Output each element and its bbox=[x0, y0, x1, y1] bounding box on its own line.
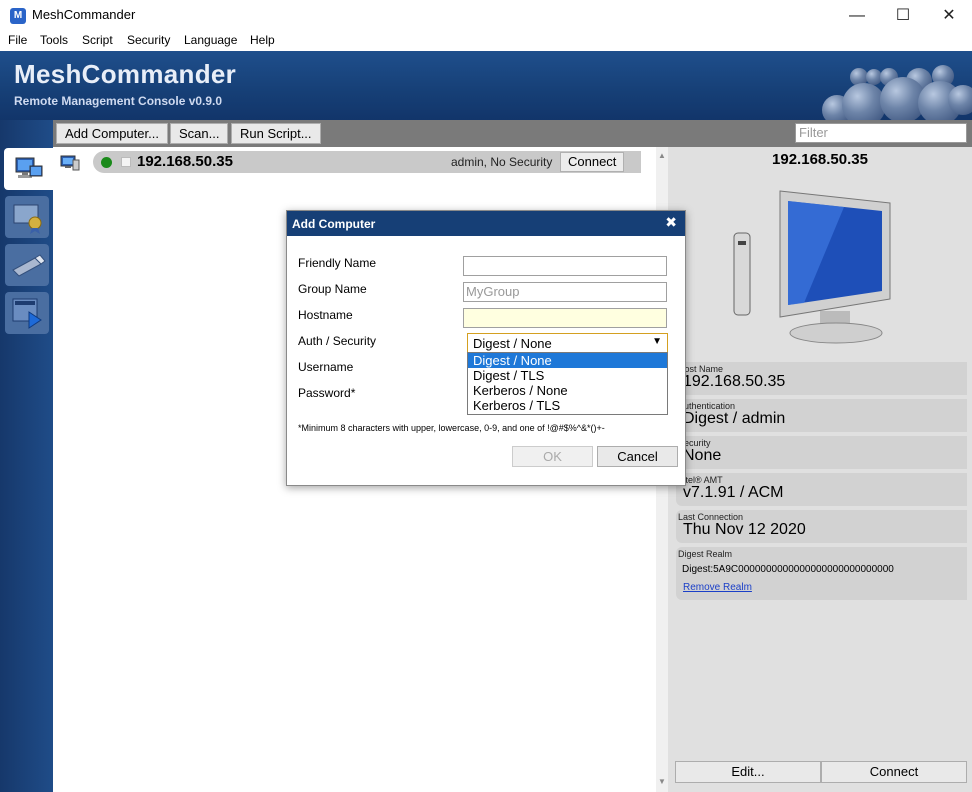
group-name-label: Group Name bbox=[298, 282, 367, 296]
banner-subtitle: Remote Management Console v0.9.0 bbox=[14, 94, 223, 108]
usb-drive-icon bbox=[12, 254, 46, 277]
window-titlebar: M MeshCommander — ☐ ✕ bbox=[0, 0, 972, 31]
minimize-button[interactable]: — bbox=[834, 0, 880, 31]
property-value: None bbox=[683, 447, 722, 464]
menu-file[interactable]: File bbox=[8, 33, 27, 47]
username-label: Username bbox=[298, 360, 354, 374]
property-last-connection: Last Connection Thu Nov 12 2020 bbox=[676, 510, 967, 543]
computer-illustration-icon bbox=[733, 190, 891, 344]
property-value: Thu Nov 12 2020 bbox=[683, 521, 806, 538]
sidebar bbox=[0, 120, 53, 792]
edit-button[interactable]: Edit... bbox=[675, 761, 821, 783]
ok-button[interactable]: OK bbox=[512, 446, 593, 467]
remove-realm-link[interactable]: Remove Realm bbox=[683, 582, 752, 593]
property-authentication: Authentication Digest / admin bbox=[676, 399, 967, 432]
computer-host: 192.168.50.35 bbox=[137, 153, 233, 170]
scroll-down-icon[interactable]: ▼ bbox=[658, 777, 666, 786]
connect-button[interactable]: Connect bbox=[821, 761, 967, 783]
remote-desktop-icon bbox=[12, 298, 42, 329]
run-script-button[interactable]: Run Script... bbox=[231, 123, 321, 144]
tab-certificates[interactable] bbox=[5, 196, 49, 238]
friendly-name-label: Friendly Name bbox=[298, 256, 377, 270]
property-host-name: Host Name 192.168.50.35 bbox=[676, 362, 967, 395]
close-icon[interactable]: ✖ bbox=[665, 214, 677, 231]
computer-details-panel: 192.168.50.35 Host Name 192.168.50.35 Au… bbox=[668, 147, 972, 792]
property-value: Digest / admin bbox=[683, 410, 786, 427]
auth-security-label: Auth / Security bbox=[298, 334, 377, 348]
menu-script[interactable]: Script bbox=[82, 33, 113, 47]
computer-status: admin, No Security bbox=[451, 155, 553, 169]
menu-help[interactable]: Help bbox=[250, 33, 275, 47]
password-label: Password* bbox=[298, 386, 356, 400]
detail-host-title: 192.168.50.35 bbox=[772, 151, 868, 168]
property-label: Digest Realm bbox=[678, 549, 733, 559]
dialog-title: Add Computer bbox=[292, 217, 376, 231]
property-intel-amt: Intel® AMT v7.1.91 / ACM bbox=[676, 473, 967, 506]
app-icon: M bbox=[10, 8, 26, 24]
computer-network-icon bbox=[15, 157, 43, 178]
auth-security-dropdown: Digest / None Digest / TLS Kerberos / No… bbox=[467, 352, 668, 415]
dropdown-arrow-icon: ▼ bbox=[652, 336, 662, 347]
property-digest-realm: Digest Realm Digest:5A9C0000000000000000… bbox=[676, 547, 967, 600]
auth-option-digest-tls[interactable]: Digest / TLS bbox=[468, 368, 667, 383]
friendly-name-input[interactable] bbox=[463, 256, 667, 276]
tab-usb-storage[interactable] bbox=[5, 244, 49, 286]
dialog-header: Add Computer ✖ bbox=[287, 211, 685, 236]
toolbar: Add Computer... Scan... Run Script... Fi… bbox=[53, 120, 972, 147]
auth-selected-value: Digest / None bbox=[473, 336, 552, 351]
tab-remote-desktop[interactable] bbox=[5, 292, 49, 334]
tab-computers[interactable] bbox=[4, 148, 53, 190]
hostname-input[interactable] bbox=[463, 308, 667, 328]
password-requirements-note: *Minimum 8 characters with upper, lowerc… bbox=[298, 423, 605, 433]
add-computer-dialog: Add Computer ✖ Friendly Name Group Name … bbox=[286, 210, 686, 486]
row-connect-button[interactable]: Connect bbox=[560, 152, 625, 172]
menu-tools[interactable]: Tools bbox=[40, 33, 68, 47]
table-row[interactable]: 192.168.50.35 admin, No Security Connect bbox=[93, 151, 641, 173]
menu-language[interactable]: Language bbox=[184, 33, 237, 47]
status-indicator bbox=[101, 157, 112, 168]
close-window-button[interactable]: ✕ bbox=[926, 0, 972, 31]
window-title: MeshCommander bbox=[32, 7, 136, 22]
menu-security[interactable]: Security bbox=[127, 33, 170, 47]
auth-security-select[interactable]: Digest / None ▼ bbox=[467, 333, 668, 353]
certificate-icon bbox=[13, 204, 42, 234]
maximize-button[interactable]: ☐ bbox=[880, 0, 926, 31]
property-value: 192.168.50.35 bbox=[683, 373, 786, 390]
hostname-label: Hostname bbox=[298, 308, 353, 322]
computer-icon bbox=[60, 155, 80, 171]
scan-button[interactable]: Scan... bbox=[170, 123, 229, 144]
row-checkbox[interactable] bbox=[121, 157, 131, 167]
add-computer-button[interactable]: Add Computer... bbox=[56, 123, 168, 144]
group-name-input[interactable]: MyGroup bbox=[463, 282, 667, 302]
auth-option-kerberos-none[interactable]: Kerberos / None bbox=[468, 383, 667, 398]
cancel-button[interactable]: Cancel bbox=[597, 446, 678, 467]
auth-option-digest-none[interactable]: Digest / None bbox=[468, 353, 667, 368]
property-security: Security None bbox=[676, 436, 967, 469]
digest-realm-value: Digest:5A9C0000000000000000000000000000 bbox=[682, 564, 894, 575]
filter-input[interactable]: Filter bbox=[795, 123, 967, 143]
auth-option-kerberos-tls[interactable]: Kerberos / TLS bbox=[468, 398, 667, 413]
scroll-up-icon[interactable]: ▲ bbox=[658, 151, 666, 160]
app-banner: MeshCommander Remote Management Console … bbox=[0, 51, 972, 120]
banner-title: MeshCommander bbox=[14, 59, 237, 89]
menu-bar: File Tools Script Security Language Help bbox=[0, 31, 972, 51]
property-value: v7.1.91 / ACM bbox=[683, 484, 784, 501]
